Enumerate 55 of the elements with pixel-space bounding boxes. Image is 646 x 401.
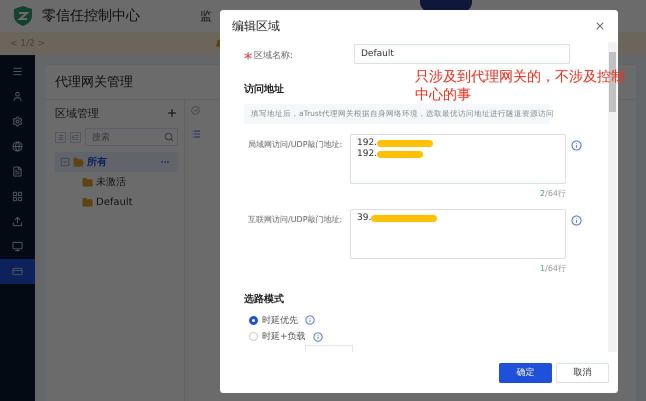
search-icon[interactable] <box>164 132 174 142</box>
tree-item[interactable]: Default <box>55 192 178 212</box>
info-icon[interactable] <box>305 315 315 326</box>
menu-icon[interactable] <box>12 66 23 77</box>
dialog-title: 编辑区域 <box>232 18 280 34</box>
info-icon[interactable] <box>571 215 582 226</box>
info-icon[interactable] <box>571 140 582 151</box>
document-icon <box>12 166 23 177</box>
grid-icon <box>12 191 23 202</box>
sidebar-item[interactable] <box>0 259 35 284</box>
redaction-mark <box>371 214 438 222</box>
line-count: 1/64行 <box>539 263 566 274</box>
close-button[interactable] <box>594 20 606 32</box>
folder-icon <box>73 156 84 168</box>
radio-dot[interactable] <box>249 316 258 325</box>
list-icon <box>57 134 64 140</box>
section-title: 选路模式 <box>244 292 284 306</box>
field-label: 局域网访问/UDP敲门地址: <box>247 139 344 150</box>
redaction-mark <box>377 140 434 146</box>
upload-icon <box>12 216 23 227</box>
settings-icon <box>12 116 23 127</box>
globe-icon <box>12 141 23 152</box>
field-label: 区域名称: <box>254 50 294 62</box>
list-view-button[interactable] <box>55 132 66 142</box>
folder-icon <box>82 176 93 188</box>
cancel-button[interactable]: 取消 <box>556 362 609 382</box>
nav-item[interactable]: 监 <box>200 8 212 24</box>
info-icon[interactable] <box>312 332 323 342</box>
redaction-mark <box>377 150 424 158</box>
line-count: 2/64行 <box>539 188 566 199</box>
required-mark: * <box>244 48 252 68</box>
add-icon[interactable] <box>166 107 178 119</box>
input-field[interactable] <box>305 345 353 352</box>
tree-view-button[interactable] <box>70 132 81 142</box>
card-icon <box>12 266 23 277</box>
annotation-text: 只涉及到代理网关的，不涉及控制中心的事 <box>415 68 626 104</box>
user-icon <box>12 91 23 102</box>
tree-item[interactable]: 未激活 <box>55 172 178 192</box>
collapse-icon[interactable] <box>60 157 70 167</box>
folder-icon <box>82 196 93 208</box>
app-title: 零信任控制中心 <box>42 7 140 25</box>
section-title: 访问地址 <box>244 82 284 96</box>
name-field[interactable]: Default <box>354 44 570 64</box>
shield-logo-icon <box>12 5 34 27</box>
radio-option[interactable]: 时延+负载 <box>244 328 608 346</box>
confirm-button[interactable]: 确定 <box>499 362 552 382</box>
address-field[interactable]: 39. <box>350 209 566 259</box>
tree-icon <box>72 134 79 140</box>
monitor-icon <box>12 241 23 252</box>
field-label: 互联网访问/UDP敲门地址: <box>247 214 344 225</box>
check-icon <box>191 106 200 115</box>
address-field[interactable]: 192. 192. <box>350 134 566 184</box>
radio-option[interactable]: 时延优先 <box>244 312 608 329</box>
panel-title: 区域管理 <box>55 106 99 120</box>
list-icon <box>191 129 201 139</box>
